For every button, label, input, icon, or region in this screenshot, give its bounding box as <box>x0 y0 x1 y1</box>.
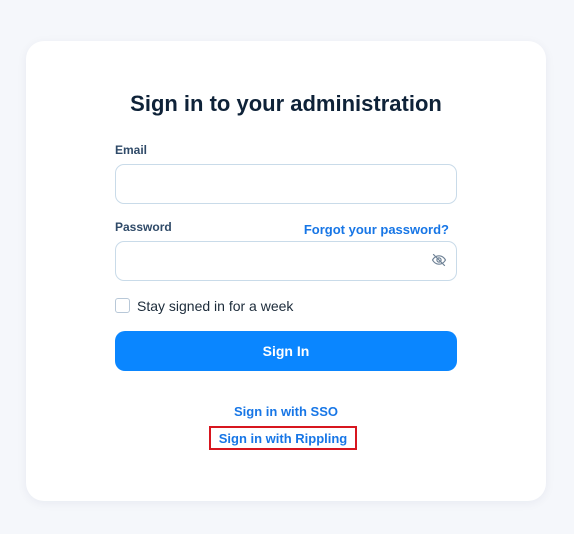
stay-signed-in-checkbox[interactable] <box>115 298 130 313</box>
email-field[interactable] <box>115 164 457 204</box>
stay-signed-in-label[interactable]: Stay signed in for a week <box>137 298 293 314</box>
sign-in-button[interactable]: Sign In <box>115 331 457 371</box>
eye-off-icon[interactable] <box>431 252 447 268</box>
password-field[interactable] <box>115 241 457 281</box>
sign-in-rippling-link[interactable]: Sign in with Rippling <box>211 431 355 446</box>
sign-in-sso-link[interactable]: Sign in with SSO <box>26 404 546 419</box>
highlight-box: Sign in with Rippling <box>209 426 357 450</box>
password-label: Password <box>115 220 172 234</box>
forgot-password-link[interactable]: Forgot your password? <box>304 222 449 237</box>
page-title: Sign in to your administration <box>130 91 442 116</box>
login-card: Sign in to your administration Email Pas… <box>26 41 546 501</box>
email-label: Email <box>115 143 148 157</box>
